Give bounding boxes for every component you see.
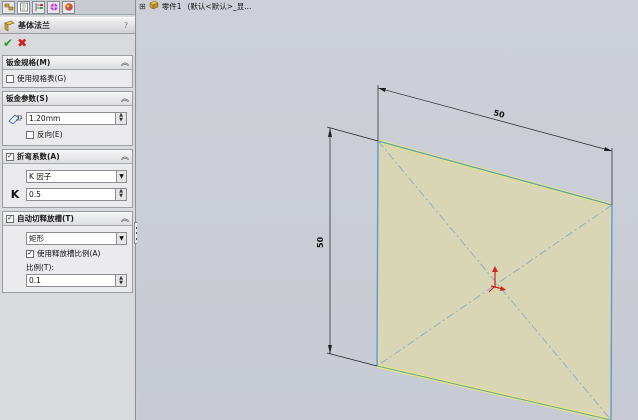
k-factor-row: K 0.5 ▲ ▼ — [6, 185, 129, 203]
height-dimension-text[interactable]: 50 — [316, 236, 325, 248]
dimension-arrow — [604, 147, 612, 151]
checkbox-checked-icon[interactable]: ✓ — [26, 249, 34, 258]
ratio-row: 0.1 ▲ ▼ — [6, 273, 129, 288]
chevron-down-icon[interactable]: ▼ — [116, 170, 126, 182]
extension-line — [326, 352, 378, 367]
group-title: 钣金规格(M) — [6, 58, 51, 67]
auto-relief-checkbox[interactable]: ✓ — [6, 214, 14, 223]
relief-type-row: 矩形 ▼ — [6, 229, 129, 247]
collapse-icon[interactable]: ︽ — [121, 151, 129, 162]
bend-allowance-checkbox[interactable]: ✓ — [6, 152, 14, 161]
checkbox-label: 使用释放槽比例(A) — [37, 249, 101, 258]
collapse-icon[interactable]: ︽ — [121, 213, 129, 224]
k-factor-label: K — [10, 187, 20, 201]
property-manager-panel: 基体法兰 ? ✔ ✖ 钣金规格(M) ︽ 使用规格表(G) 钣金参数(S) ︽ … — [0, 0, 136, 420]
checkbox-unchecked-icon[interactable] — [6, 74, 14, 83]
auto-relief-group: ✓ 自动切释放槽(T) ︽ 矩形 ▼ ✓ 使用释放槽比例(A) 比例(T): 0… — [2, 211, 133, 293]
k-factor-input[interactable]: 0.5 — [26, 187, 116, 201]
collapse-icon[interactable]: ︽ — [121, 93, 129, 104]
dimension-arrow — [328, 345, 332, 354]
bend-allowance-header[interactable]: ✓ 折弯系数(A) ︽ — [3, 150, 132, 164]
sheet-metal-params-group: 钣金参数(S) ︽ T1 1.20mm ▲ ▼ 反向(E) — [2, 91, 133, 146]
select-value: 矩形 — [29, 233, 44, 243]
thickness-row: T1 1.20mm ▲ ▼ — [6, 109, 129, 127]
reverse-checkbox[interactable]: 反向(E) — [6, 128, 129, 141]
display-manager-icon[interactable] — [62, 0, 75, 14]
sheet-metal-gauges-header[interactable]: 钣金规格(M) ︽ — [3, 56, 132, 70]
width-dimension-text[interactable]: 50 — [492, 108, 506, 120]
ratio-spinner[interactable]: ▲ ▼ — [116, 274, 127, 287]
ok-button[interactable]: ✔ — [3, 36, 13, 50]
chevron-down-icon[interactable]: ▼ — [116, 232, 126, 244]
help-button[interactable]: ? — [121, 21, 131, 31]
ratio-label: 比例(T): — [26, 263, 54, 272]
relief-type-select[interactable]: 矩形 ▼ — [26, 231, 127, 245]
base-flange-icon — [4, 20, 15, 32]
manager-tabs — [0, 0, 135, 15]
feature-title: 基体法兰 — [18, 21, 50, 30]
use-relief-ratio-checkbox[interactable]: ✓ 使用释放槽比例(A) — [6, 247, 129, 260]
group-title: 钣金参数(S) — [6, 94, 49, 103]
checkbox-unchecked-icon[interactable] — [26, 130, 34, 139]
sheet-metal-params-header[interactable]: 钣金参数(S) ︽ — [3, 92, 132, 106]
auto-relief-header[interactable]: ✓ 自动切释放槽(T) ︽ — [3, 212, 132, 226]
confirm-row: ✔ ✖ — [0, 34, 135, 52]
feature-header: 基体法兰 ? — [0, 17, 135, 34]
dimension-arrow — [378, 88, 386, 92]
group-title: 自动切释放槽(T) — [17, 214, 74, 223]
collapse-icon[interactable]: ︽ — [121, 57, 129, 68]
use-gauge-table-checkbox[interactable]: 使用规格表(G) — [6, 72, 129, 85]
checkbox-label: 使用规格表(G) — [17, 74, 67, 83]
svg-text:T1: T1 — [17, 115, 23, 120]
thickness-input[interactable]: 1.20mm — [26, 111, 116, 125]
dimension-line — [377, 87, 613, 152]
cancel-button[interactable]: ✖ — [17, 36, 27, 50]
extension-line — [326, 126, 379, 142]
sketch-plate: 50 50 — [316, 85, 613, 420]
graphics-area[interactable]: ⊞ 零件1 (默认<默认>_显... 50 50 — [137, 0, 638, 420]
configuration-manager-icon[interactable] — [32, 0, 45, 14]
dimension-arrow — [328, 128, 332, 137]
thickness-icon: T1 — [6, 111, 24, 125]
plate-edge — [376, 140, 379, 367]
group-title: 折弯系数(A) — [17, 152, 60, 161]
dimxpert-icon[interactable] — [47, 0, 60, 14]
thickness-spinner[interactable]: ▲ ▼ — [116, 111, 127, 125]
feature-manager-icon[interactable] — [2, 0, 15, 14]
checkbox-label: 反向(E) — [37, 130, 63, 139]
bend-type-select[interactable]: K 因子 ▼ — [26, 169, 127, 183]
bend-allowance-group: ✓ 折弯系数(A) ︽ K 因子 ▼ K 0.5 ▲ ▼ — [2, 149, 133, 208]
property-manager-icon[interactable] — [17, 0, 30, 14]
sheet-metal-gauges-group: 钣金规格(M) ︽ 使用规格表(G) — [2, 55, 133, 88]
bend-type-row: K 因子 ▼ — [6, 167, 129, 185]
select-value: K 因子 — [29, 171, 52, 181]
k-factor-spinner[interactable]: ▲ ▼ — [116, 187, 127, 201]
ratio-input[interactable]: 0.1 — [26, 274, 116, 287]
